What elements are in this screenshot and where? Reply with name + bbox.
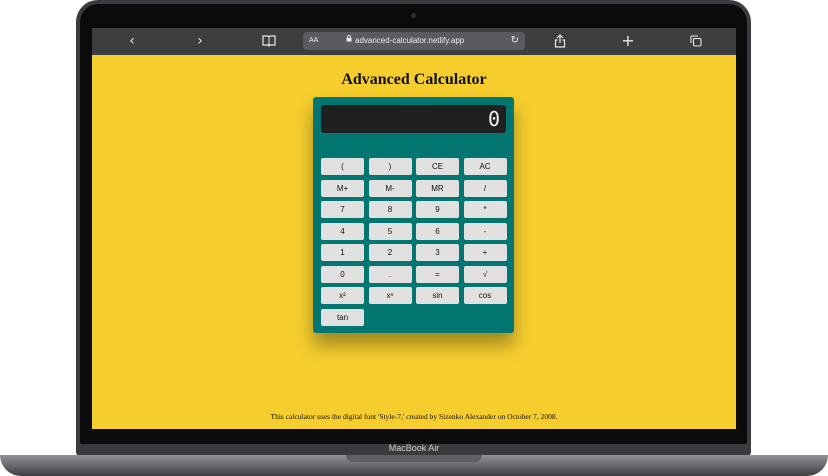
- calculator: 0 ( ) CE AC M+ M- MR / 7 8 9 * 4 5 6 - 1…: [313, 97, 514, 333]
- key-add[interactable]: +: [463, 244, 507, 261]
- key-1[interactable]: 1: [321, 244, 364, 261]
- device-label: MacBook Air: [388, 443, 440, 453]
- key-square[interactable]: x²: [321, 287, 364, 304]
- page-title: Advanced Calculator: [341, 71, 487, 88]
- tabs-overview-icon[interactable]: [689, 32, 703, 50]
- key-tan[interactable]: tan: [321, 308, 364, 326]
- url-text: advanced-calculator.netlify.app: [355, 36, 465, 45]
- calculator-keypad: ( ) CE AC M+ M- MR / 7 8 9 * 4 5 6 - 1 2…: [321, 158, 507, 326]
- key-3[interactable]: 3: [416, 244, 459, 261]
- key-6[interactable]: 6: [416, 222, 459, 240]
- key-divide[interactable]: /: [463, 179, 507, 197]
- key-9[interactable]: 9: [416, 201, 459, 218]
- key-equals[interactable]: =: [416, 265, 459, 283]
- key-8[interactable]: 8: [368, 201, 412, 218]
- font-credit-footer: This calculator uses the digital font 'S…: [270, 412, 558, 421]
- key-5[interactable]: 5: [368, 222, 412, 240]
- calculator-display: 0: [321, 105, 506, 133]
- key-2[interactable]: 2: [368, 244, 412, 261]
- reader-mode-label[interactable]: AA: [309, 32, 318, 50]
- key-square-root[interactable]: √: [463, 265, 507, 283]
- key-0[interactable]: 0: [321, 265, 364, 283]
- browser-toolbar: ‹ › AA advanced-calculator.netlify.app ↻…: [92, 28, 736, 55]
- bookmarks-icon[interactable]: [261, 32, 277, 50]
- browser-screen: ‹ › AA advanced-calculator.netlify.app ↻…: [92, 28, 736, 429]
- key-cos[interactable]: cos: [463, 287, 507, 304]
- key-memory-recall[interactable]: MR: [416, 179, 459, 197]
- key-subtract[interactable]: -: [463, 222, 507, 240]
- reload-icon[interactable]: ↻: [511, 32, 519, 50]
- forward-icon[interactable]: ›: [194, 32, 206, 50]
- back-icon[interactable]: ‹: [126, 32, 138, 50]
- key-open-paren[interactable]: (: [321, 158, 364, 175]
- key-4[interactable]: 4: [321, 222, 364, 240]
- share-icon[interactable]: [553, 32, 567, 50]
- key-sin[interactable]: sin: [416, 287, 459, 304]
- key-decimal[interactable]: .: [368, 265, 412, 283]
- key-clear-entry[interactable]: CE: [416, 158, 459, 175]
- key-close-paren[interactable]: ): [368, 158, 412, 175]
- key-memory-add[interactable]: M+: [321, 179, 364, 197]
- key-all-clear[interactable]: AC: [463, 158, 507, 175]
- key-memory-subtract[interactable]: M-: [368, 179, 412, 197]
- key-power[interactable]: xⁿ: [368, 287, 412, 304]
- laptop-hinge-notch: [346, 455, 482, 462]
- lock-icon: [346, 32, 352, 50]
- key-multiply[interactable]: *: [463, 201, 507, 218]
- key-7[interactable]: 7: [321, 201, 364, 218]
- new-tab-icon[interactable]: +: [621, 32, 635, 50]
- camera-icon: [411, 13, 416, 18]
- screen-chin: [92, 429, 736, 444]
- address-bar[interactable]: AA advanced-calculator.netlify.app ↻: [303, 32, 525, 50]
